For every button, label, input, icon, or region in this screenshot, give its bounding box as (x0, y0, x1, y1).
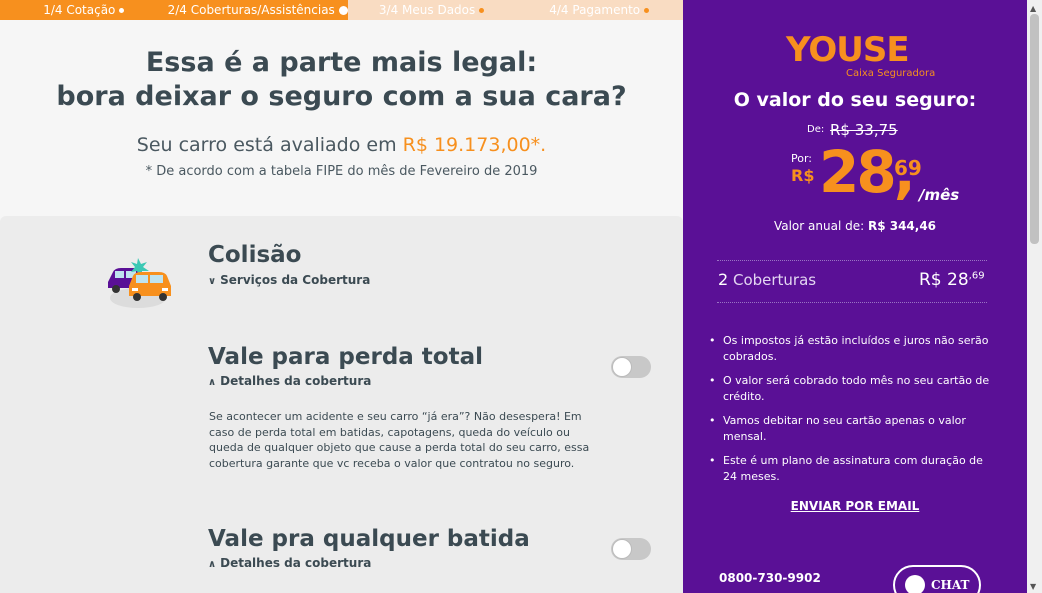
list-item: Vamos debitar no seu cartão apenas o val… (709, 413, 999, 445)
chat-label: CHAT (931, 578, 970, 592)
list-item: Os impostos já estão incluídos e juros n… (709, 333, 999, 365)
coverage-title-perda-total: Vale para perda total (208, 344, 484, 370)
coverage-total: R$ 28,69 (919, 270, 985, 290)
phone-number: 0800-730-9902 (719, 571, 821, 585)
coverage-count-number: 2 (718, 270, 729, 289)
toggle-detalhes-label: Detalhes da cobertura (220, 556, 372, 570)
summary-title: O valor do seu seguro: (733, 89, 977, 111)
collision-cars-icon (108, 258, 171, 308)
hero: Essa é a parte mais legal: bora deixar o… (0, 20, 683, 216)
coverage-total-amount: R$ 28 (919, 270, 969, 290)
old-price: R$ 33,75 (830, 121, 898, 139)
coverage-total-cents: ,69 (968, 270, 985, 282)
step-todo-dot (644, 8, 650, 13)
toggle-detalhes-perda-total[interactable]: ∧ Detalhes da cobertura (208, 374, 371, 388)
step-meus-dados: 3/4 Meus Dados (348, 0, 516, 20)
toggle-detalhes-qualquer-batida[interactable]: ∧ Detalhes da cobertura (208, 556, 371, 570)
send-email-link[interactable]: ENVIAR POR EMAIL (683, 499, 1027, 513)
old-price-label: De: (807, 124, 825, 135)
step-meus-dados-label: 3/4 Meus Dados (378, 3, 476, 17)
chevron-up-icon: ∧ (208, 559, 217, 570)
switch-knob (612, 539, 632, 559)
step-cotacao[interactable]: 1/4 Cotação (0, 0, 168, 20)
scrollbar-thumb[interactable] (1030, 14, 1039, 244)
scrollbar[interactable]: ▲ ▼ (1027, 0, 1042, 593)
main-content: Essa é a parte mais legal: bora deixar o… (0, 20, 683, 593)
switch-knob (612, 357, 632, 377)
coverage-title-colisao: Colisão (208, 242, 302, 268)
logo-text: YOUSE (786, 30, 910, 70)
progress-steps: 1/4 Cotação 2/4 Coberturas/Assistências … (0, 0, 683, 20)
page-title: Essa é a parte mais legal: bora deixar o… (0, 46, 683, 114)
annual-value: Valor anual de: R$ 344,46 (683, 219, 1027, 233)
divider (717, 302, 987, 303)
chat-icon (905, 575, 925, 593)
car-value-price: R$ 19.173,00*. (402, 134, 547, 156)
per-month: /mês (919, 186, 960, 204)
divider (717, 260, 987, 261)
list-item: O valor será cobrado todo mês no seu car… (709, 373, 999, 405)
toggle-servicos-label: Serviços da Cobertura (220, 273, 371, 287)
perda-total-switch[interactable] (611, 356, 651, 378)
step-current-dot (338, 6, 348, 15)
coverage-panel: Colisão ∨ Serviços da Cobertura Vale para… (0, 216, 683, 593)
title-line-1: Essa é a parte mais legal: (145, 47, 538, 78)
chevron-up-icon: ∧ (208, 377, 217, 388)
step-pagamento: 4/4 Pagamento (515, 0, 683, 20)
title-line-2: bora deixar o seguro com a sua cara? (56, 81, 627, 112)
car-value-text: Seu carro está avaliado em R$ 19.173,00*… (0, 134, 683, 156)
coverage-count: 2 Coberturas (718, 270, 816, 289)
step-cotacao-label: 1/4 Cotação (43, 3, 116, 17)
step-coberturas-label: 2/4 Coberturas/Assistências (167, 3, 335, 17)
annual-amount: R$ 344,46 (867, 219, 937, 233)
coverage-count-label: Coberturas (732, 271, 817, 289)
step-pagamento-label: 4/4 Pagamento (549, 3, 641, 17)
scroll-down-icon[interactable]: ▼ (1030, 582, 1036, 591)
car-value-prefix: Seu carro está avaliado em (136, 134, 403, 156)
toggle-detalhes-label: Detalhes da cobertura (220, 374, 372, 388)
step-coberturas[interactable]: 2/4 Coberturas/Assistências (167, 0, 348, 20)
list-item: Este é um plano de assinatura com duraçã… (709, 453, 999, 485)
step-todo-dot (479, 8, 485, 13)
new-price-label: Por: (791, 152, 813, 165)
toggle-servicos-colisao[interactable]: ∨ Serviços da Cobertura (208, 273, 370, 287)
chat-button[interactable]: CHAT (893, 565, 981, 593)
annual-label: Valor anual de: (773, 219, 868, 233)
perda-total-description: Se acontecer um acidente e seu carro “já… (209, 410, 590, 470)
coverage-title-qualquer-batida: Vale pra qualquer batida (208, 526, 530, 552)
fipe-note: * De acordo com a tabela FIPE do mês de … (145, 164, 538, 179)
summary-sidebar: YOUSE Caixa Seguradora O valor do seu se… (683, 0, 1027, 593)
logo-subtitle: Caixa Seguradora (846, 68, 936, 79)
price-cents: 69 (894, 156, 922, 180)
youse-logo: YOUSE Caixa Seguradora (786, 30, 935, 82)
step-done-dot (119, 8, 125, 13)
currency-symbol: R$ (791, 166, 815, 185)
terms-list: Os impostos já estão incluídos e juros n… (709, 333, 999, 493)
chevron-down-icon: ∨ (208, 276, 217, 287)
scroll-up-icon[interactable]: ▲ (1030, 4, 1036, 13)
qualquer-batida-switch[interactable] (611, 538, 651, 560)
